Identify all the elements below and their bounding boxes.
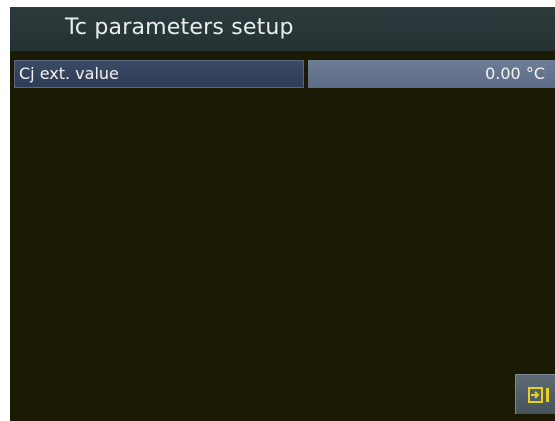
exit-button[interactable] <box>515 374 555 414</box>
page-title: Tc parameters setup <box>65 15 294 40</box>
title-bar: Tc parameters setup <box>10 7 555 51</box>
parameter-value-field[interactable]: 0.00 °C <box>308 60 555 88</box>
exit-icon <box>528 387 549 403</box>
parameter-row-cj-ext-value[interactable]: Cj ext. value 0.00 °C <box>14 60 555 88</box>
device-screen: Tc parameters setup Cj ext. value 0.00 °… <box>10 7 555 421</box>
parameter-label: Cj ext. value <box>14 60 304 88</box>
